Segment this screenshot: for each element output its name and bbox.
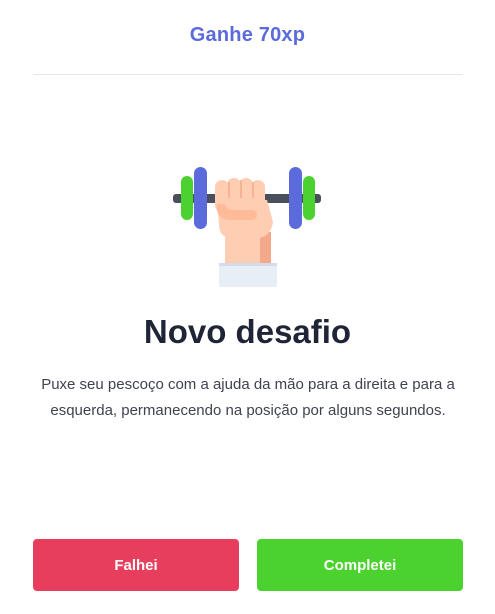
failed-button[interactable]: Falhei (33, 539, 239, 591)
xp-reward-label: Ganhe 70xp (189, 24, 306, 46)
challenge-title: Novo desafio (143, 313, 352, 350)
completed-button[interactable]: Completei (257, 539, 463, 591)
dumbbell-fist-icon (167, 160, 327, 290)
challenge-modal: Ganhe 70xp Novo desafio Puxe seu pescoço… (0, 0, 495, 614)
challenge-description: Puxe seu pescoço com a ajuda da mão para… (41, 376, 455, 419)
header-divider (33, 74, 463, 75)
